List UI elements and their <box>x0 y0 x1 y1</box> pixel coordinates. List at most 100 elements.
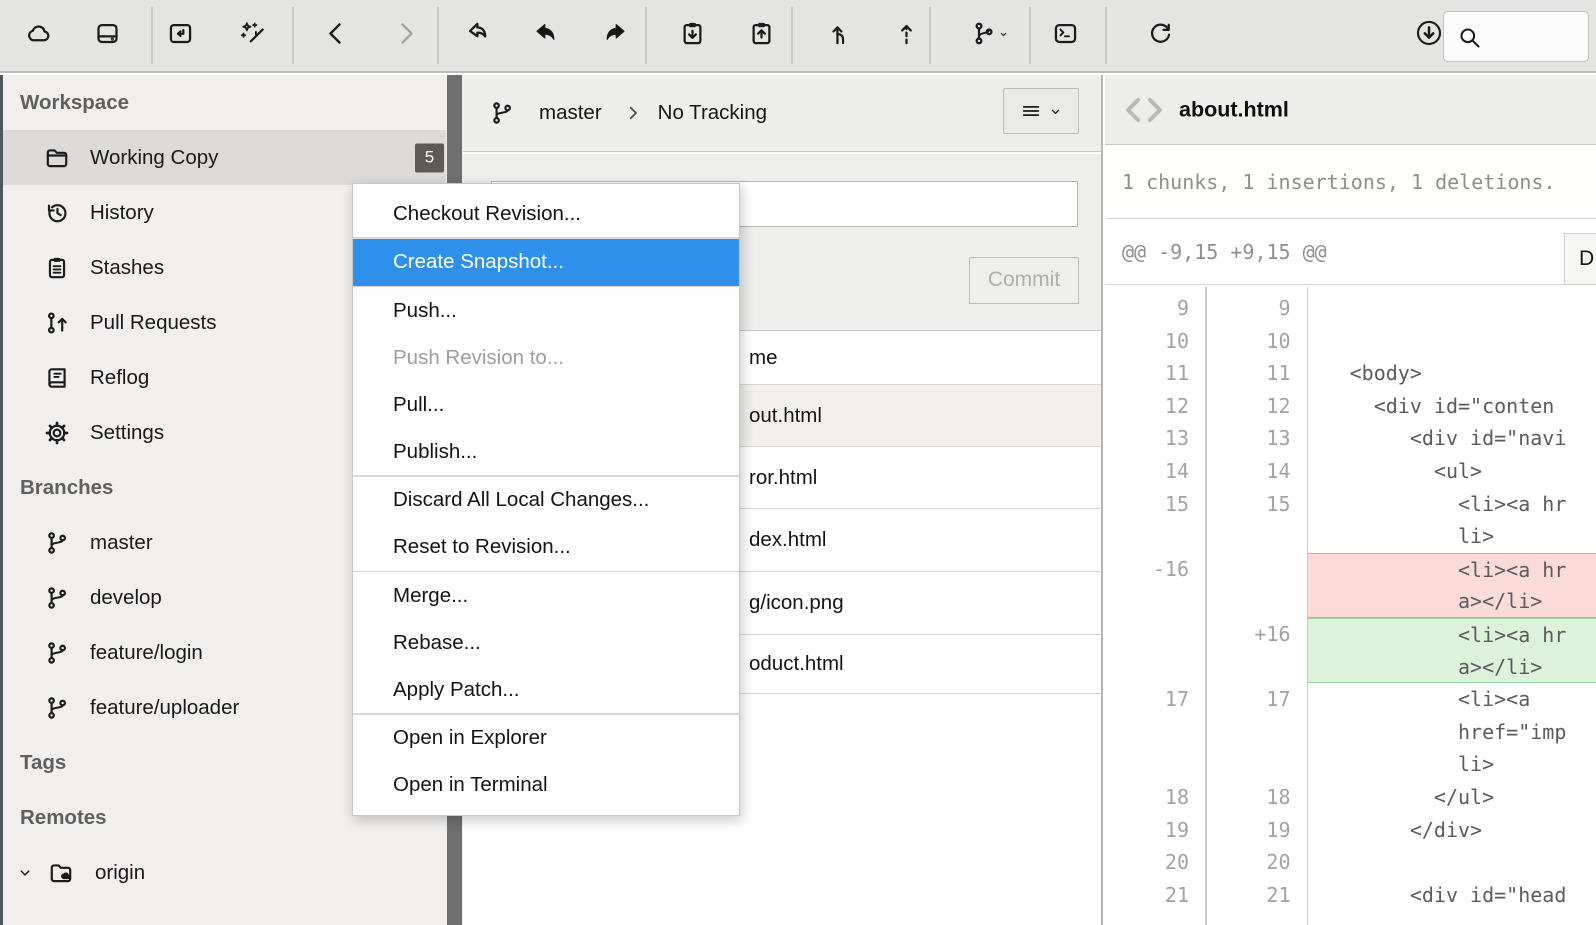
change-count-badge: 5 <box>415 143 444 172</box>
menu-item-pull[interactable]: Pull... <box>353 381 739 428</box>
push-arrow-icon <box>893 20 920 52</box>
menu-item-push-revision-to: Push Revision to... <box>353 334 739 381</box>
new-line-number: +16 <box>1205 618 1307 651</box>
toolbar-separator <box>929 7 931 64</box>
toolbar-button-commit-graph[interactable] <box>965 18 1001 54</box>
new-line-number: 15 <box>1205 488 1307 521</box>
toolbar-button-nav-back[interactable] <box>318 18 354 54</box>
old-line-number <box>1105 585 1205 618</box>
old-line-number: 18 <box>1105 781 1205 814</box>
old-line-number: 19 <box>1105 814 1205 847</box>
diff-file-header: about.html <box>1105 75 1596 145</box>
settings-icon <box>44 420 70 446</box>
diff-line: 1717 <li><a <box>1105 683 1596 716</box>
refresh-icon <box>1147 20 1174 52</box>
branch-icon <box>44 530 70 556</box>
diff-line: li> <box>1105 748 1596 781</box>
deleted-code: <li><a hr <box>1307 553 1596 586</box>
toolbar-button-redo-arrow[interactable] <box>596 18 632 54</box>
toolbar-button-terminal[interactable] <box>1047 18 1083 54</box>
toolbar-button-refresh[interactable] <box>1142 18 1178 54</box>
branch-header: master No Tracking <box>463 75 1101 152</box>
branch-breadcrumb[interactable]: master No Tracking <box>489 75 767 151</box>
context-code: li> <box>1307 520 1596 553</box>
context-code: href="imp <box>1307 716 1596 749</box>
toolbar-button-stash-save[interactable] <box>674 18 710 54</box>
cloud-icon <box>25 20 52 52</box>
new-line-number: 13 <box>1205 422 1307 455</box>
branch-icon <box>44 585 70 611</box>
context-code: <div id="conten <box>1307 390 1596 423</box>
new-line-number: 21 <box>1205 879 1307 912</box>
history-icon <box>44 200 70 226</box>
toolbar-button-nav-forward[interactable] <box>387 18 423 54</box>
sidebar-item-label: develop <box>90 586 162 610</box>
pull-arrow-icon <box>829 20 856 52</box>
toolbar-separator <box>437 7 439 64</box>
new-line-number <box>1205 520 1307 553</box>
diff-line: -16 <li><a hr <box>1105 553 1596 586</box>
menu-item-discard-all-local-changes[interactable]: Discard All Local Changes... <box>353 477 739 524</box>
diff-line: 2121 <div id="head <box>1105 879 1596 912</box>
menu-item-rebase[interactable]: Rebase... <box>353 619 739 666</box>
toolbar-button-fetch-circle-down[interactable] <box>1411 18 1447 54</box>
search-box[interactable] <box>1443 11 1589 62</box>
menu-item-push[interactable]: Push... <box>353 287 739 334</box>
context-code <box>1307 292 1596 325</box>
sidebar-item-label: feature/uploader <box>90 696 239 720</box>
menu-item-reset-to-revision[interactable]: Reset to Revision... <box>353 524 739 571</box>
toolbar-button-magic-wand[interactable] <box>234 18 270 54</box>
chevron-down-icon <box>997 28 1010 41</box>
diff-stats-bar: 1 chunks, 1 insertions, 1 deletions. <box>1105 145 1596 219</box>
diff-line: a></li> <box>1105 651 1596 684</box>
discard-hunk-button[interactable]: D <box>1564 233 1596 285</box>
folder-icon <box>44 145 70 171</box>
old-line-number: -16 <box>1105 553 1205 586</box>
toolbar-button-pull-arrow[interactable] <box>824 18 860 54</box>
sidebar-item-working-copy[interactable]: Working Copy5 <box>0 130 446 185</box>
menu-item-open-in-terminal[interactable]: Open in Terminal <box>353 762 739 809</box>
new-line-number <box>1205 748 1307 781</box>
context-code: <div id="head <box>1307 879 1596 912</box>
code-icon <box>1122 94 1166 126</box>
menu-item-publish[interactable]: Publish... <box>353 428 739 475</box>
menu-item-open-in-explorer[interactable]: Open in Explorer <box>353 715 739 762</box>
tracking-status-label: No Tracking <box>658 101 767 125</box>
context-menu: Checkout Revision...Create Snapshot...Pu… <box>352 183 740 816</box>
toolbar-button-checkout-arrow[interactable] <box>460 18 496 54</box>
sidebar-item-origin[interactable]: origin <box>0 845 446 900</box>
menu-item-checkout-revision[interactable]: Checkout Revision... <box>353 190 739 237</box>
new-line-number: 11 <box>1205 357 1307 390</box>
fetch-circle-down-icon <box>1414 18 1444 53</box>
sidebar-item-label: feature/login <box>90 641 203 665</box>
terminal-icon <box>1052 20 1079 52</box>
section-header-label: Branches <box>20 476 113 500</box>
file-name-label: me <box>749 346 777 370</box>
toolbar-button-undo-arrow[interactable] <box>528 18 564 54</box>
diff-panel: about.html 1 chunks, 1 insertions, 1 del… <box>1105 75 1596 925</box>
chevron-down-icon <box>1048 104 1063 119</box>
toolbar-button-cloud[interactable] <box>20 18 56 54</box>
new-line-number <box>1205 716 1307 749</box>
menu-item-create-snapshot[interactable]: Create Snapshot... <box>353 239 739 286</box>
diff-line: 2020 <box>1105 846 1596 879</box>
old-line-number: 9 <box>1105 292 1205 325</box>
context-code: <div id="navi <box>1307 422 1596 455</box>
toolbar-separator <box>645 7 647 64</box>
commit-button[interactable]: Commit <box>969 257 1079 304</box>
chevron-down-icon[interactable] <box>16 864 34 882</box>
sidebar-item-label: master <box>90 531 153 555</box>
context-code <box>1307 325 1596 358</box>
toolbar-button-hard-drive[interactable] <box>89 18 125 54</box>
menu-item-merge[interactable]: Merge... <box>353 572 739 619</box>
section-header-label: Workspace <box>20 91 129 115</box>
context-code: <body> <box>1307 357 1596 390</box>
diff-line: 1515 <li><a hr <box>1105 488 1596 521</box>
menu-item-apply-patch[interactable]: Apply Patch... <box>353 666 739 713</box>
toolbar-button-stash-apply[interactable] <box>743 18 779 54</box>
branch-options-button[interactable] <box>1003 88 1079 134</box>
hard-drive-icon <box>94 20 121 52</box>
toolbar-button-push-arrow[interactable] <box>888 18 924 54</box>
toolbar-button-open-repository[interactable] <box>162 18 198 54</box>
search-input[interactable] <box>1488 16 1582 57</box>
